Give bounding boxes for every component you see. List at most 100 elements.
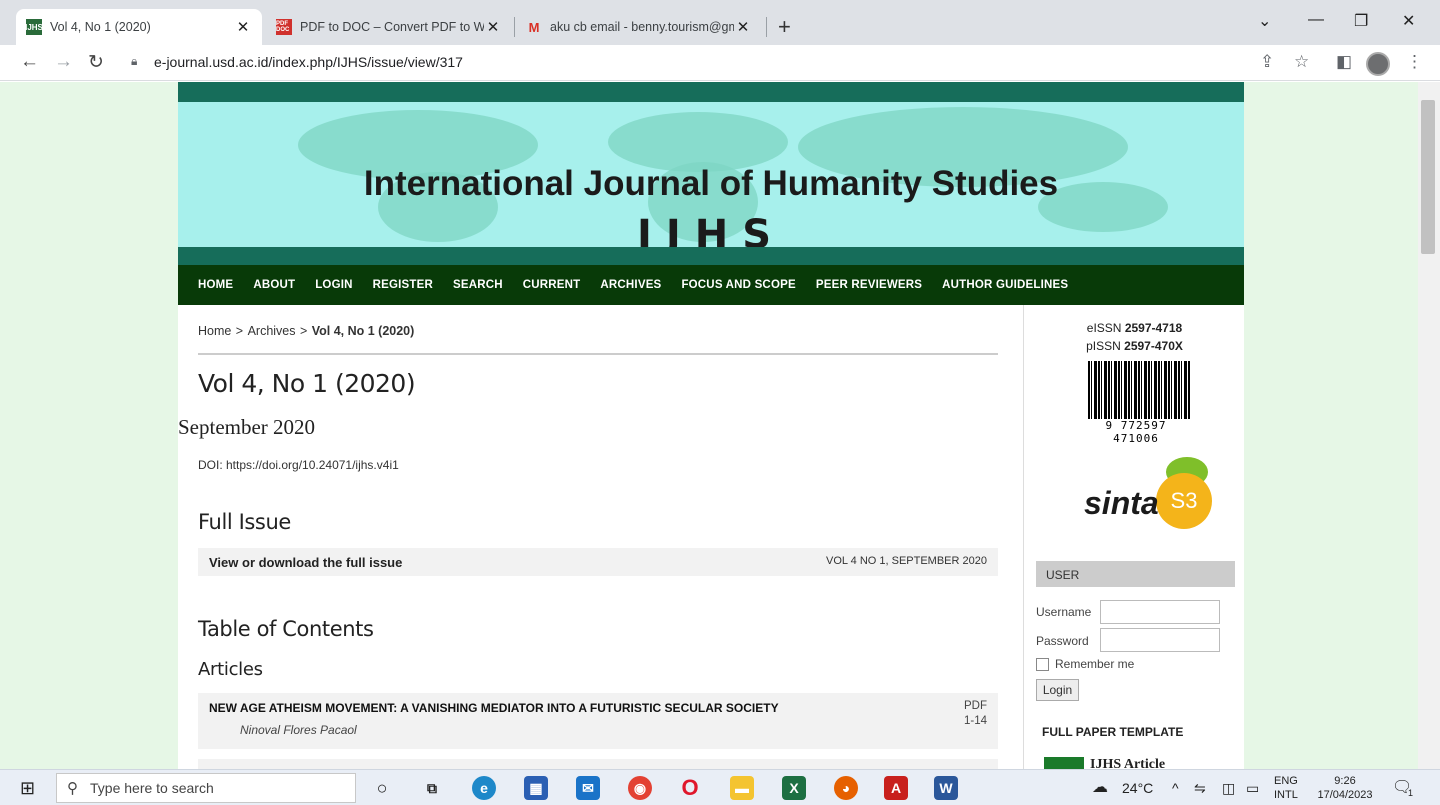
forward-arrow-icon[interactable]: → [54,51,73,73]
tray-chevron-icon[interactable]: ^ [1172,780,1179,796]
journal-title: International Journal of Humanity Studie… [363,164,1059,203]
windows-taskbar: ⊞ ⚲ Type here to search ○ ⧉ e ▦ ✉ ◉ O ▬ … [0,769,1440,805]
taskbar-search[interactable]: ⚲ Type here to search [56,773,356,803]
nav-focus-scope[interactable]: FOCUS AND SCOPE [681,279,795,291]
weather-temp[interactable]: 24°C [1122,780,1153,796]
tab-vol4[interactable]: IJHS Vol 4, No 1 (2020) ✕ [16,9,262,45]
tab-separator [514,17,515,37]
breadcrumb-home[interactable]: Home [198,324,231,338]
tab-title: Vol 4, No 1 (2020) [50,20,151,34]
remember-checkbox[interactable] [1036,657,1049,671]
full-issue-meta: VOL 4 NO 1, SEPTEMBER 2020 [826,555,987,567]
remember-label: Remember me [1055,657,1135,671]
side-panel-icon[interactable]: ◧ [1336,52,1352,72]
article-title-link[interactable]: NEW AGE ATHEISM MOVEMENT: A VANISHING ME… [209,701,779,715]
language-indicator[interactable]: ENG INTL [1274,774,1298,802]
username-input[interactable] [1100,600,1220,624]
sinta-level-badge: S3 [1156,473,1212,529]
store-icon[interactable]: ▦ [524,776,548,800]
profile-avatar[interactable] [1366,52,1390,76]
battery-icon[interactable]: ▭ [1246,780,1259,797]
article-pages: 1-14 [963,715,987,727]
new-tab-plus-icon[interactable]: + [778,14,791,40]
password-label: Password [1036,634,1089,648]
issn-block: eISSN 2597-4718 pISSN 2597-470X [1024,319,1245,355]
nav-register[interactable]: REGISTER [373,279,433,291]
breadcrumb-sep: > [235,324,244,338]
network-icon[interactable]: ⇋ [1194,780,1206,797]
sinta-text: sinta [1084,485,1159,521]
menu-kebab-icon[interactable]: ⋮ [1406,52,1423,72]
opera-icon[interactable]: O [678,775,702,800]
word-icon[interactable]: W [934,776,958,800]
address-bar[interactable]: e-journal.usd.ac.id/index.php/IJHS/issue… [154,54,463,70]
scrollbar-thumb[interactable] [1421,100,1435,254]
eissn-label: eISSN [1086,321,1122,335]
tab-title: PDF to DOC – Convert PDF to Wo [300,20,484,34]
lock-icon[interactable]: 🔒︎ [131,54,137,69]
breadcrumb-archives[interactable]: Archives [248,324,296,338]
edge-icon[interactable]: e [472,776,496,800]
ijhs-favicon-icon: IJHS [25,19,43,35]
browser-tab-strip: IJHS Vol 4, No 1 (2020) ✕ PDF DOC PDF to… [0,0,1440,45]
nav-peer-reviewers[interactable]: PEER REVIEWERS [816,279,922,291]
nav-current[interactable]: CURRENT [523,279,581,291]
article-pdf-link[interactable]: PDF [964,700,987,712]
pissn-label: pISSN [1086,339,1121,353]
close-tab-icon[interactable]: ✕ [734,18,752,36]
issue-doi[interactable]: DOI: https://doi.org/10.24071/ijhs.v4i1 [198,458,399,472]
acrobat-icon[interactable]: A [884,776,908,800]
tab-pdf-to-doc[interactable]: PDF DOC PDF to DOC – Convert PDF to Wo ✕ [266,9,512,45]
notification-count: 1 [1408,788,1414,798]
remember-me[interactable]: Remember me [1036,657,1134,671]
firefox-icon[interactable]: ◕ [834,776,858,800]
full-issue-row: View or download the full issue VOL 4 NO… [198,548,998,576]
sinta-logo[interactable]: S3 sinta [1056,457,1216,541]
back-arrow-icon[interactable]: ← [20,51,39,73]
issue-title: Vol 4, No 1 (2020) [198,369,416,398]
cortana-icon[interactable]: ○ [370,776,394,800]
windows-start-icon[interactable]: ⊞ [20,778,35,799]
toc-heading: Table of Contents [198,617,374,641]
nav-about[interactable]: ABOUT [253,279,295,291]
clock[interactable]: 9:26 17/04/2023 [1310,774,1380,802]
chrome-icon[interactable]: ◉ [628,776,652,800]
share-icon[interactable]: ⇪ [1260,52,1274,72]
journal-banner: International Journal of Humanity Studie… [178,82,1244,265]
close-tab-icon[interactable]: ✕ [484,18,502,36]
clock-date: 17/04/2023 [1317,789,1373,801]
task-view-icon[interactable]: ⧉ [420,776,444,800]
bookmark-star-icon[interactable]: ☆ [1294,52,1309,72]
lang-code: ENG [1274,775,1298,787]
close-window-icon[interactable]: ✕ [1402,11,1415,31]
section-articles-heading: Articles [198,659,263,680]
close-tab-icon[interactable]: ✕ [234,18,252,36]
volume-icon[interactable]: ◫ [1222,780,1235,797]
excel-icon[interactable]: X [782,776,806,800]
full-issue-heading: Full Issue [198,510,291,534]
file-explorer-icon[interactable]: ▬ [730,776,754,800]
minimize-icon[interactable]: — [1308,11,1324,29]
search-icon: ⚲ [67,780,78,797]
nav-home[interactable]: HOME [198,279,233,291]
article-row: NEW AGE ATHEISM MOVEMENT: A VANISHING ME… [198,693,998,749]
login-button[interactable]: Login [1036,679,1079,701]
reload-icon[interactable]: ↻ [88,51,104,74]
nav-archives[interactable]: ARCHIVES [600,279,661,291]
tab-gmail[interactable]: M aku cb email - benny.tourism@gm ✕ [516,9,762,45]
issue-date: September 2020 [178,415,316,439]
tab-search-chevron-icon[interactable]: ⌄ [1258,11,1271,31]
template-heading: FULL PAPER TEMPLATE [1042,725,1184,739]
full-issue-link[interactable]: View or download the full issue [209,555,402,570]
pdf-favicon-icon: PDF DOC [276,19,292,35]
template-link[interactable]: IJHS Article [1090,757,1165,769]
nav-login[interactable]: LOGIN [315,279,352,291]
restore-icon[interactable]: ❐ [1354,11,1368,31]
template-icon[interactable] [1044,757,1084,769]
sidebar: eISSN 2597-4718 pISSN 2597-470X 9 772597… [1023,305,1244,769]
password-input[interactable] [1100,628,1220,652]
nav-author-guidelines[interactable]: AUTHOR GUIDELINES [942,279,1068,291]
mail-icon[interactable]: ✉ [576,776,600,800]
nav-search[interactable]: SEARCH [453,279,503,291]
weather-icon[interactable]: ☁ [1092,777,1108,797]
